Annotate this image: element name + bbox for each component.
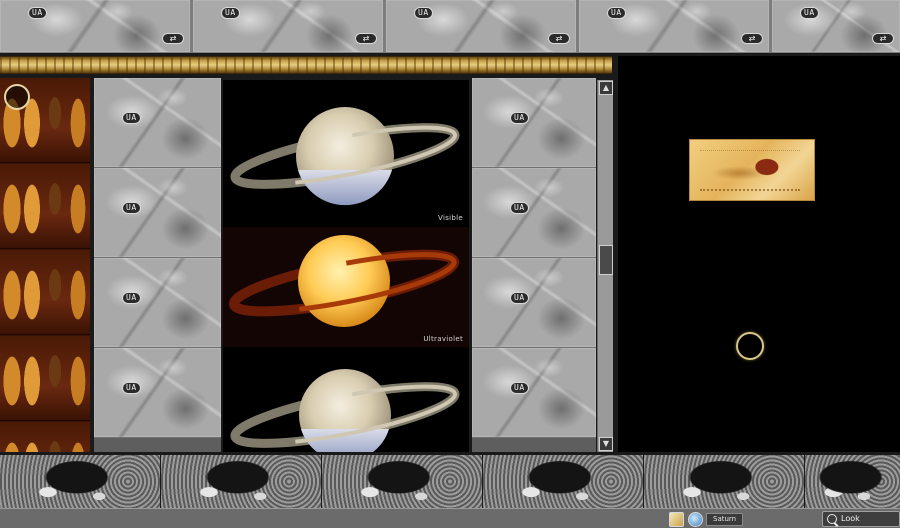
frame-caption: Visible xyxy=(438,214,463,222)
tile-label: UA xyxy=(122,112,141,124)
right-thumbnail-tile[interactable]: UA xyxy=(472,348,596,438)
tile-label: UA xyxy=(28,7,47,19)
tile-label: UA xyxy=(122,202,141,214)
look-label: Look xyxy=(841,514,860,523)
saturn-visible-frame[interactable] xyxy=(223,349,469,452)
bottom-image-strip xyxy=(0,455,900,508)
right-thumbnail-tile[interactable]: UA xyxy=(472,168,596,258)
look-button[interactable]: Look xyxy=(822,511,900,527)
top-thumbnail-tile[interactable]: UA ⇄ xyxy=(772,0,900,52)
figure-frame[interactable] xyxy=(0,250,90,335)
figure-frame[interactable] xyxy=(0,164,90,249)
tile-label: UA xyxy=(221,7,240,19)
scroll-down-arrow-icon[interactable]: ▼ xyxy=(599,437,613,451)
figure-frame[interactable] xyxy=(0,336,90,421)
gold-frame-divider xyxy=(0,56,612,74)
scroll-thumb[interactable] xyxy=(599,245,613,275)
swap-icon[interactable]: ⇄ xyxy=(162,33,184,44)
ring-cursor-icon[interactable] xyxy=(736,332,764,360)
scroll-up-arrow-icon[interactable]: ▲ xyxy=(599,81,613,95)
swap-icon[interactable]: ⇄ xyxy=(872,33,894,44)
search-icon xyxy=(827,514,837,524)
right-thumbnail-tile[interactable]: UA xyxy=(472,78,596,168)
document-icon[interactable] xyxy=(669,512,684,527)
stone-thumbnail-tile[interactable] xyxy=(161,455,322,508)
parchment-thumbnail[interactable] xyxy=(689,139,815,201)
stone-thumbnail-tile[interactable] xyxy=(483,455,644,508)
left-thumbnail-tile[interactable]: UA xyxy=(94,78,221,168)
taskbar: Saturn Look xyxy=(0,508,900,528)
left-thumbnail-tile[interactable]: UA xyxy=(94,258,221,348)
saturn-ultraviolet-image xyxy=(228,235,460,327)
tile-label: UA xyxy=(607,7,626,19)
tile-label: UA xyxy=(122,292,141,304)
saturn-image-panel[interactable]: Visible Ultraviolet xyxy=(223,80,469,452)
top-thumbnail-tile[interactable]: UA ⇄ xyxy=(579,0,769,52)
parchment-marks xyxy=(700,150,800,191)
taskbar-app-label[interactable]: Saturn xyxy=(706,513,744,526)
stone-thumbnail-tile[interactable] xyxy=(644,455,805,508)
tile-label: UA xyxy=(510,292,529,304)
vertical-scrollbar[interactable]: ▲ ▼ xyxy=(597,80,613,452)
right-thumbnail-tile[interactable]: UA xyxy=(472,258,596,348)
top-thumbnail-tile[interactable]: UA ⇄ xyxy=(0,0,190,52)
saturn-visible-image xyxy=(230,369,460,452)
tile-label: UA xyxy=(800,7,819,19)
tile-label: UA xyxy=(510,112,529,124)
right-thumbnail-panel: UA UA UA UA xyxy=(472,78,596,452)
frame-caption: Ultraviolet xyxy=(423,335,463,343)
top-thumbnail-tile[interactable]: UA ⇄ xyxy=(193,0,383,52)
figure-film-strip[interactable] xyxy=(0,78,90,452)
swap-icon[interactable]: ⇄ xyxy=(548,33,570,44)
saturn-visible-image xyxy=(230,107,460,206)
top-thumbnail-strip: UA ⇄ UA ⇄ UA ⇄ UA ⇄ UA ⇄ xyxy=(0,0,900,53)
saturn-ultraviolet-frame[interactable]: Ultraviolet xyxy=(223,227,469,347)
left-thumbnail-panel: UA UA UA UA xyxy=(94,78,221,452)
globe-icon[interactable] xyxy=(688,512,703,527)
left-thumbnail-tile[interactable]: UA xyxy=(94,348,221,438)
stone-thumbnail-tile[interactable] xyxy=(322,455,483,508)
swap-icon[interactable]: ⇄ xyxy=(355,33,377,44)
stone-thumbnail-tile[interactable] xyxy=(0,455,161,508)
tile-label: UA xyxy=(122,382,141,394)
tile-label: UA xyxy=(510,202,529,214)
saturn-visible-frame[interactable]: Visible xyxy=(223,80,469,225)
ring-cursor-icon[interactable] xyxy=(4,84,30,110)
stone-thumbnail-tile[interactable] xyxy=(805,455,900,508)
left-thumbnail-tile[interactable]: UA xyxy=(94,168,221,258)
top-thumbnail-tile[interactable]: UA ⇄ xyxy=(386,0,576,52)
tile-label: UA xyxy=(510,382,529,394)
preview-pane xyxy=(618,56,900,452)
tile-label: UA xyxy=(414,7,433,19)
figure-frame[interactable] xyxy=(0,422,90,452)
swap-icon[interactable]: ⇄ xyxy=(741,33,763,44)
